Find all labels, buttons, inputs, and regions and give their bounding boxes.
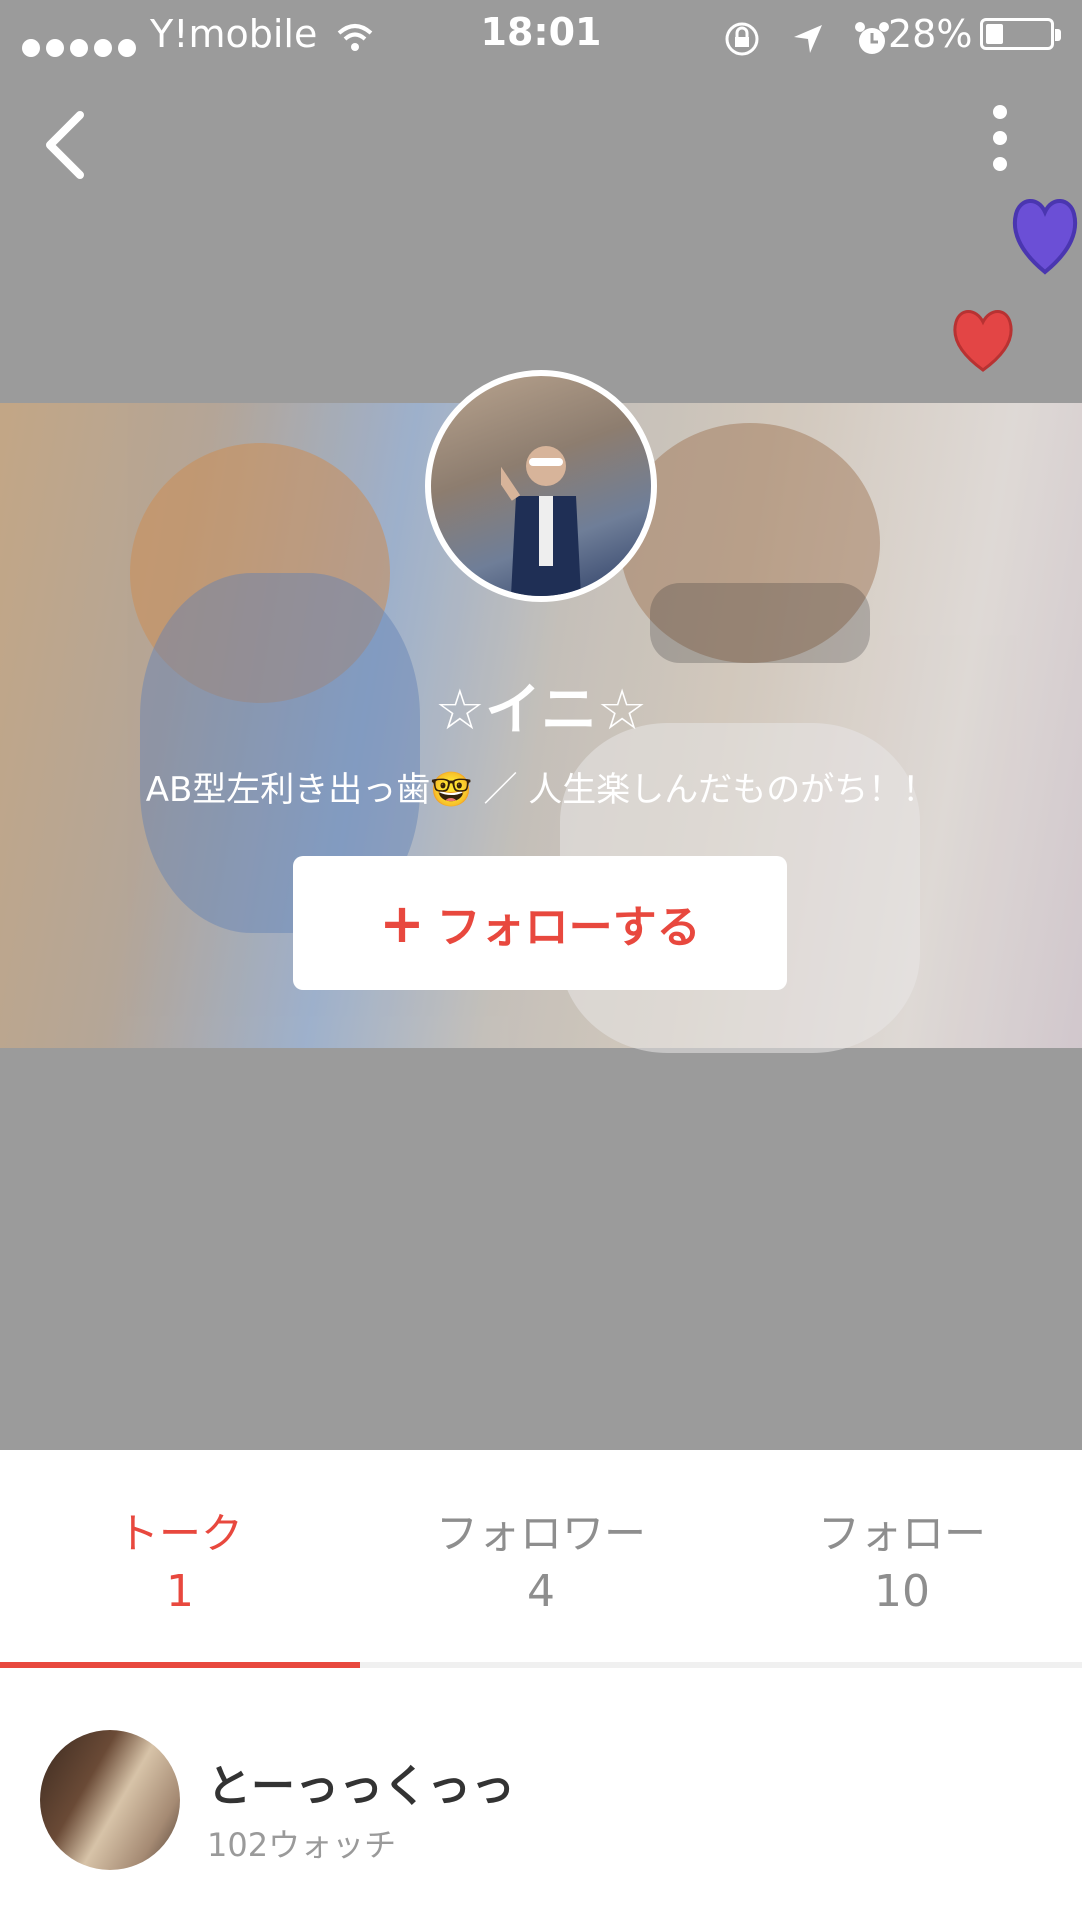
- tab-count: 10: [874, 1566, 930, 1617]
- heart-sticker-icon: [1012, 199, 1078, 275]
- rotation-lock-icon: [725, 22, 759, 55]
- heart-sticker-icon: [953, 310, 1013, 372]
- follow-button-label: フォローする: [436, 902, 701, 953]
- back-chevron-icon[interactable]: [40, 105, 100, 185]
- profile-avatar[interactable]: [425, 370, 657, 602]
- profile-header: Y!mobile 18:01 28% ☆イニ☆ AB型左利き出っ歯🤓 ／ 人生楽…: [0, 0, 1082, 1450]
- tab-followers[interactable]: フォロワー 4: [361, 1450, 721, 1665]
- alarm-icon: [855, 21, 890, 54]
- location-arrow-icon: [794, 24, 823, 53]
- profile-bio: AB型左利き出っ歯🤓 ／ 人生楽しんだものがち！！: [145, 770, 937, 810]
- tab-talk[interactable]: トーク 1: [0, 1450, 360, 1665]
- list-item[interactable]: とーっっくっっ 102ウォッチ: [0, 1710, 1082, 1890]
- tab-label: トーク: [116, 1509, 243, 1558]
- battery-level: [986, 24, 1004, 44]
- profile-tabs: トーク 1 フォロワー 4 フォロー 10: [0, 1450, 1082, 1670]
- more-vertical-icon[interactable]: [985, 105, 1015, 185]
- status-bar: Y!mobile 18:01 28%: [0, 0, 1082, 70]
- tab-label: フォロワー: [435, 1509, 646, 1558]
- tab-label: フォロー: [817, 1509, 986, 1558]
- talk-title: とーっっくっっ: [207, 1761, 515, 1812]
- tab-count: 4: [527, 1566, 555, 1617]
- follow-button[interactable]: + フォローする: [293, 856, 787, 990]
- battery-icon: [980, 18, 1061, 50]
- battery-percent: 28%: [888, 12, 973, 56]
- talk-thumbnail: [40, 1730, 180, 1870]
- tab-count: 1: [166, 1566, 194, 1617]
- plus-icon: +: [379, 891, 425, 955]
- tab-following[interactable]: フォロー 10: [722, 1450, 1082, 1665]
- talk-watch-count: 102ウォッチ: [207, 1826, 397, 1864]
- profile-name: ☆イニ☆: [434, 678, 648, 743]
- active-tab-indicator: [0, 1662, 360, 1668]
